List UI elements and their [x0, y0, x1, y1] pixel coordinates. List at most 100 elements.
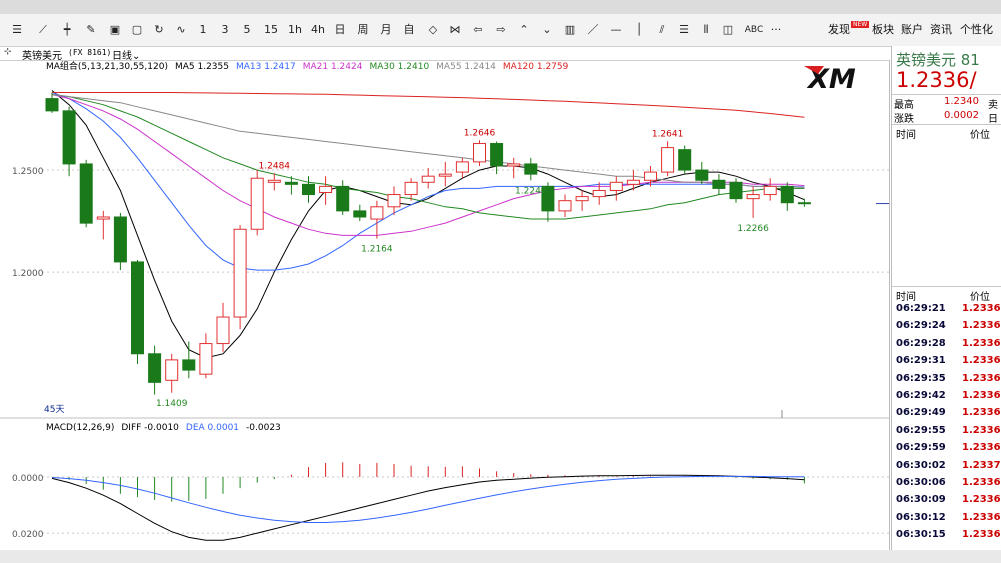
macd-legend-item: DIFF -0.0010 — [121, 423, 179, 433]
candle-down — [695, 169, 709, 181]
cycle-tool-icon[interactable]: ◫ — [721, 21, 735, 39]
divider — [892, 286, 1001, 287]
period-month[interactable]: 月 — [379, 21, 393, 39]
macd-axis-label: 0.0000 — [12, 474, 44, 484]
candle-up — [438, 173, 452, 177]
candle-up — [387, 194, 401, 208]
list-icon[interactable]: ☰ — [10, 21, 24, 39]
news-button[interactable]: 资讯 — [930, 21, 952, 39]
tick-time: 06:29:28 — [896, 337, 946, 349]
arrow-left-icon[interactable]: ⇦ — [471, 21, 485, 39]
candle-up — [626, 179, 640, 185]
draw-icon[interactable]: ✎ — [82, 21, 100, 39]
ma-line-ma21 — [51, 94, 805, 236]
personalize-button[interactable]: 个性化 — [960, 21, 993, 39]
toolbar: ☰ ⟋ ┿ ✎ ▣ ▢ ↻ ∿ 1 3 5 15 1h 4h 日 周 月 自 ◇… — [0, 14, 1001, 47]
trend-icon[interactable]: ⟋ — [34, 21, 52, 39]
candle-up — [250, 177, 264, 230]
divider — [892, 124, 1001, 125]
ticks-time-header: 时间 — [896, 292, 916, 303]
candle-up — [558, 200, 572, 212]
candle-up — [575, 196, 589, 202]
pin-icon[interactable]: ⊹ — [4, 47, 12, 57]
candle-down — [45, 98, 59, 112]
macd-legend-item: DEA 0.0001 — [186, 423, 239, 433]
vlines-tool-icon[interactable]: ⦀ — [699, 21, 713, 39]
candle-up — [165, 359, 179, 381]
sector-button[interactable]: 板块 — [872, 21, 894, 39]
candle-down — [729, 181, 743, 200]
layout-icon[interactable]: ▥ — [563, 21, 577, 39]
tick-price: 1.2336 — [962, 494, 1001, 506]
candle-up — [644, 171, 657, 181]
candle-up — [96, 216, 110, 220]
more-button[interactable]: ··· — [768, 21, 784, 39]
candle-down — [62, 110, 76, 165]
candle-up — [216, 316, 230, 345]
save-icon[interactable]: ▣ — [106, 21, 124, 39]
hline-tool-icon[interactable]: — — [609, 21, 623, 39]
candle-up — [455, 161, 469, 173]
candle-up — [473, 143, 486, 163]
chevron-up-icon[interactable]: ⌃ — [517, 21, 531, 39]
channel-tool-icon[interactable]: ⫽ — [655, 21, 669, 39]
candle-down — [524, 163, 538, 175]
price-annotation: 1.2266 — [737, 224, 769, 234]
candle-down — [678, 149, 692, 171]
line-tool-icon[interactable]: ／ — [586, 21, 600, 39]
symbol-code: (FX 8161) — [68, 48, 112, 57]
period-1h[interactable]: 1h — [286, 21, 304, 39]
zoom-icon[interactable]: ◇ — [426, 21, 440, 39]
change-value: 0.0002 — [944, 110, 979, 121]
period-week[interactable]: 周 — [356, 21, 370, 39]
tick-time: 06:30:06 — [896, 477, 946, 488]
bowtie-icon[interactable]: ⋈ — [448, 21, 462, 39]
candle-up — [319, 185, 333, 194]
period-5[interactable]: 5 — [241, 21, 253, 39]
candle-down — [797, 202, 811, 205]
period-3[interactable]: 3 — [219, 21, 231, 39]
high-value: 1.2340 — [944, 96, 979, 107]
candle-down — [113, 216, 127, 263]
candle-up — [763, 185, 777, 196]
chevron-down-icon[interactable]: ⌄ — [540, 21, 554, 39]
tick-time: 06:29:24 — [896, 320, 946, 332]
candle-up — [233, 228, 247, 318]
window-icon[interactable]: ▢ — [128, 21, 146, 39]
period-day[interactable]: 日 — [333, 21, 347, 39]
fib-tool-icon[interactable]: ☰ — [677, 21, 691, 39]
tick-price: 1.2336 — [962, 303, 1001, 314]
price-chart[interactable]: 1.25001.20000.00000.0200XM1.24841.2646 1.… — [0, 60, 890, 550]
tick-time: 06:29:35 — [896, 372, 946, 384]
macd-legend-item: -0.0023 — [246, 423, 281, 433]
quote-symbol-name: 英镑美元 81 — [896, 51, 980, 69]
period-1[interactable]: 1 — [197, 21, 209, 39]
period-custom[interactable]: 自 — [402, 21, 416, 39]
period-15[interactable]: 15 — [262, 21, 280, 39]
account-button[interactable]: 账户 — [901, 21, 923, 39]
tick-time: 06:29:49 — [896, 407, 946, 419]
ma-legend-item: MA30 1.2410 — [369, 62, 429, 72]
macd-dea-line — [51, 475, 805, 523]
chart-title-bar: ⊹ 英镑美元 (FX 8161) 日线⌄ — [0, 46, 890, 62]
candle-down — [336, 185, 350, 212]
tick-time: 06:30:15 — [896, 529, 946, 541]
arrow-right-icon[interactable]: ⇨ — [494, 21, 508, 39]
ma-legend-item: MA5 1.2355 — [175, 62, 229, 72]
candle-up — [199, 343, 213, 375]
discover-button[interactable]: 发现 NEW — [828, 21, 870, 39]
candle-down — [182, 359, 196, 371]
period-4h[interactable]: 4h — [309, 21, 327, 39]
candle-down — [712, 179, 726, 189]
tick-time: 06:30:12 — [896, 511, 946, 523]
candle-icon[interactable]: ┿ — [58, 21, 76, 39]
tick-price: 1.2336 — [962, 407, 1001, 419]
refresh-icon[interactable]: ↻ — [150, 21, 168, 39]
candle-up — [421, 175, 435, 183]
vline-tool-icon[interactable]: │ — [632, 21, 646, 39]
chart-icon[interactable]: ∿ — [172, 21, 190, 39]
candle-up — [609, 181, 623, 191]
candle-up — [746, 194, 760, 200]
price-annotation: 1.2164 — [361, 245, 393, 255]
text-tool-button[interactable]: ABC — [743, 21, 765, 39]
